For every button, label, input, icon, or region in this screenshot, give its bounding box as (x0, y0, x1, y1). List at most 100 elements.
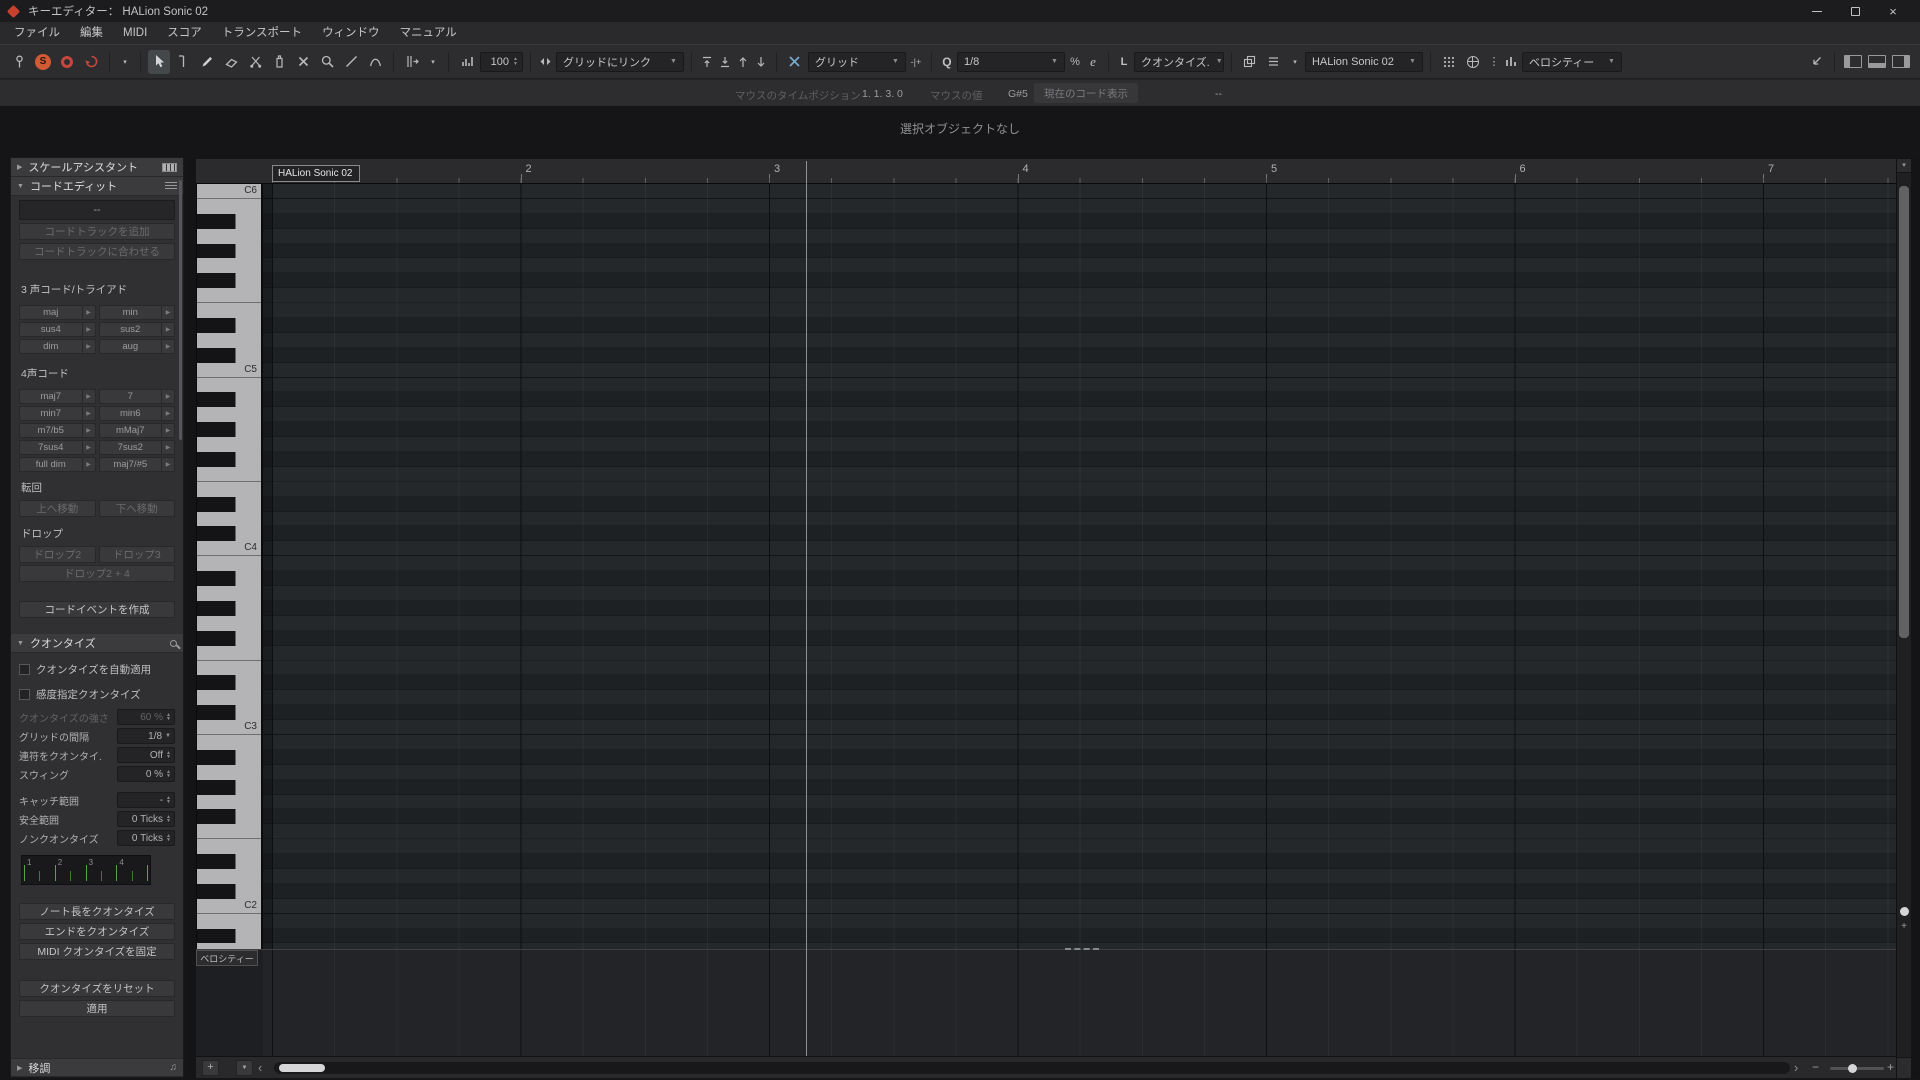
piano-key[interactable] (197, 928, 261, 944)
piano-key[interactable] (197, 407, 261, 423)
panel-scrollbar[interactable] (179, 180, 182, 440)
checkbox[interactable] (19, 689, 30, 700)
chord-button-sus2[interactable]: sus2 ▶ (98, 322, 175, 337)
chord-button-dim[interactable]: dim ▶ (19, 339, 96, 354)
menu-item-1[interactable]: 編集 (70, 22, 113, 44)
timeline-ruler[interactable]: HALion Sonic 02 2 3 4 5 6 7 (196, 159, 1896, 184)
chord-button-7sus2[interactable]: 7sus2 ▶ (98, 440, 175, 455)
section-chord-edit[interactable]: ▼ コードエディット (11, 177, 183, 196)
zoom-tool[interactable] (316, 50, 338, 74)
v-zoom-knob[interactable] (1900, 907, 1909, 916)
length-quantize-combo[interactable]: クオンタイズ. ▼ (1133, 51, 1224, 72)
piano-key[interactable] (197, 258, 261, 274)
chord-button-min[interactable]: min ▶ (98, 305, 175, 320)
piano-key[interactable] (197, 452, 261, 467)
piano-key[interactable] (197, 377, 261, 393)
draw-tool[interactable] (196, 50, 218, 74)
maximize-button[interactable] (1836, 0, 1874, 22)
quantize-action-button--[interactable]: ノート長をクオンタイズ (19, 903, 175, 920)
piano-key[interactable] (197, 303, 261, 319)
piano-key[interactable] (197, 243, 261, 259)
setting-field[interactable]: 0 Ticks ▲ ▼ (117, 830, 175, 846)
scroll-left-icon[interactable]: ‹ (258, 1060, 262, 1075)
nudge-start-right-button[interactable] (717, 50, 733, 74)
piano-key[interactable] (197, 764, 261, 780)
acoustic-feedback-button[interactable] (80, 50, 102, 74)
v-zoom-in-button[interactable]: + (1897, 921, 1911, 932)
piano-key[interactable] (197, 749, 261, 765)
chord-expand-arrow-icon[interactable]: ▶ (81, 390, 95, 403)
piano-key[interactable] (197, 273, 261, 289)
chord-button-m7-b5[interactable]: m7/b5 ▶ (19, 423, 96, 438)
piano-key[interactable] (197, 213, 261, 229)
chord-button-maj7-5[interactable]: maj7/#5 ▶ (98, 457, 175, 472)
piano-key[interactable]: C4 (197, 541, 261, 557)
autoscroll-button[interactable] (401, 50, 423, 74)
piano-key[interactable] (197, 913, 261, 929)
insert-velocity-icon-button[interactable] (456, 50, 478, 74)
chord-expand-arrow-icon[interactable]: ▶ (81, 407, 95, 420)
setting-field[interactable]: - ▲ ▼ (117, 792, 175, 808)
setting-field[interactable]: 0 Ticks ▲ ▼ (117, 811, 175, 827)
stepper-icon[interactable]: ▲ ▼ (166, 834, 171, 843)
piano-key[interactable] (197, 526, 261, 542)
piano-key[interactable] (197, 437, 261, 453)
quantize-panel-button[interactable]: e (1085, 50, 1101, 74)
open-in-lower-zone-button[interactable] (1805, 50, 1827, 74)
piano-key[interactable]: C3 (197, 720, 261, 735)
move-down-button[interactable]: 下へ移動 (98, 500, 175, 517)
note-grid[interactable] (263, 184, 1896, 949)
velocity-lane-label[interactable]: ベロシティー (196, 950, 258, 966)
piano-key[interactable] (197, 600, 261, 616)
piano-key[interactable] (197, 794, 261, 810)
chord-button-full-dim[interactable]: full dim ▶ (19, 457, 96, 472)
chord-expand-arrow-icon[interactable]: ▶ (81, 306, 95, 319)
toolbar-options-dropdown[interactable]: ▾ (117, 50, 133, 74)
setting-field[interactable]: Off ▲ ▼ (117, 747, 175, 763)
minimize-button[interactable] (1798, 0, 1836, 22)
part-options-dropdown[interactable]: ▾ (1287, 50, 1303, 74)
section-quantize[interactable]: ▼ クオンタイズ (11, 634, 183, 653)
h-zoom-slider[interactable] (1830, 1064, 1884, 1073)
ruler-options-button[interactable]: ▾ (1897, 159, 1911, 173)
grid-type-combo[interactable]: グリッド ▼ (807, 51, 906, 72)
right-zone-toggle-button[interactable] (1890, 50, 1912, 74)
piano-key[interactable] (197, 809, 261, 825)
match-chord-track-button[interactable]: コードトラックに合わせる (19, 243, 175, 260)
nudge-start-left-button[interactable] (699, 50, 715, 74)
piano-key[interactable] (197, 347, 261, 363)
section-transpose[interactable]: ▶ 移調 ♫ (11, 1058, 183, 1077)
piano-key[interactable] (197, 705, 261, 721)
quantize-bottom-button--[interactable]: 適用 (19, 1000, 175, 1017)
chord-expand-arrow-icon[interactable]: ▶ (161, 407, 174, 420)
chord-expand-arrow-icon[interactable]: ▶ (161, 306, 174, 319)
piano-key[interactable] (197, 883, 261, 899)
chord-expand-arrow-icon[interactable]: ▶ (161, 390, 174, 403)
lower-zone-toggle-button[interactable] (1866, 50, 1888, 74)
piano-key[interactable] (197, 228, 261, 244)
quantize-action-button--[interactable]: エンドをクオンタイズ (19, 923, 175, 940)
grid-link-combo[interactable]: グリッドにリンク ▼ (555, 51, 684, 72)
piano-key[interactable] (197, 332, 261, 348)
mute-tool[interactable] (292, 50, 314, 74)
scroll-right-icon[interactable]: › (1794, 1060, 1798, 1075)
left-zone-toggle-button[interactable] (1842, 50, 1864, 74)
curve-tool[interactable] (364, 50, 386, 74)
chord-expand-arrow-icon[interactable]: ▶ (161, 424, 174, 437)
menu-item-5[interactable]: ウィンドウ (312, 22, 390, 44)
scrollbar-corner[interactable] (1897, 1057, 1911, 1078)
quantize-preset-combo[interactable]: 1/8 ▼ (956, 51, 1065, 72)
setting-field[interactable]: 0 % ▲ ▼ (117, 766, 175, 782)
snap-button[interactable] (784, 50, 806, 74)
piano-key[interactable] (197, 839, 261, 855)
piano-key[interactable] (197, 615, 261, 631)
chord-expand-arrow-icon[interactable]: ▶ (81, 441, 95, 454)
menu-item-4[interactable]: トランスポート (212, 22, 312, 44)
section-scale-assistant[interactable]: ▶ スケールアシスタント (11, 158, 183, 177)
piano-key[interactable] (197, 630, 261, 646)
solo-editor-button[interactable]: S (32, 50, 54, 74)
lane-options-button[interactable]: ▼ (236, 1060, 253, 1076)
time-display-button[interactable] (1462, 50, 1484, 74)
chord-button-7[interactable]: 7 ▶ (98, 389, 175, 404)
window-layout-button[interactable] (1438, 50, 1460, 74)
